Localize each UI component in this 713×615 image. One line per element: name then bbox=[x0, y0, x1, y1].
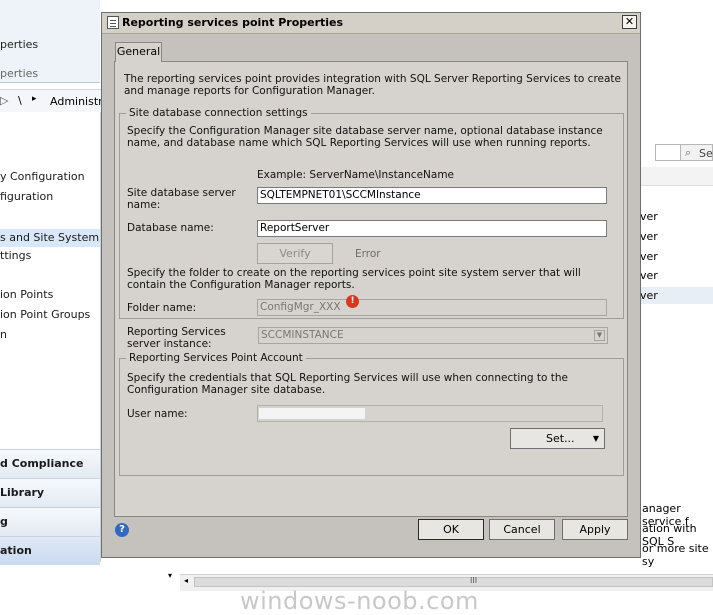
account-group: Reporting Services Point Account Specify… bbox=[119, 352, 624, 476]
ribbon: perties perties bbox=[0, 0, 100, 83]
watermark: windows-noob.com bbox=[240, 587, 479, 615]
workspace-label: g bbox=[0, 515, 8, 528]
details-text: or more site sy bbox=[642, 542, 709, 568]
workspace-label: Library bbox=[0, 486, 45, 499]
breadcrumb: ▷ \ ▸ Administrat bbox=[0, 89, 114, 113]
workspace-administration[interactable]: ation bbox=[0, 536, 100, 565]
verify-button[interactable]: Verify bbox=[257, 243, 333, 264]
chevron-down-icon[interactable]: ▼ bbox=[594, 330, 605, 341]
list-item-selected[interactable]: ver bbox=[640, 287, 713, 304]
error-status-label: Error bbox=[355, 248, 381, 260]
list-header bbox=[640, 167, 713, 186]
server-instance-label: Reporting Services server instance: bbox=[127, 326, 226, 350]
workspace-library[interactable]: Library bbox=[0, 478, 100, 507]
database-name-input[interactable]: ReportServer bbox=[257, 220, 607, 237]
nav-back-arrow-icon[interactable]: ▷ bbox=[0, 94, 8, 107]
user-name-redacted bbox=[259, 408, 365, 419]
user-name-field[interactable] bbox=[257, 405, 603, 422]
dialog-title: Reporting services point Properties bbox=[122, 16, 344, 29]
nav-item[interactable]: figuration bbox=[0, 190, 53, 203]
ribbon-group-label: perties bbox=[0, 67, 39, 80]
list-item[interactable]: ver bbox=[640, 210, 658, 223]
nav-item[interactable]: ttings bbox=[0, 249, 31, 262]
workspace-label: d Compliance bbox=[0, 457, 84, 470]
site-db-description: Specify the Configuration Manager site d… bbox=[127, 125, 603, 149]
properties-dialog: Reporting services point Properties ✕ Th… bbox=[101, 12, 641, 558]
cancel-button[interactable]: Cancel bbox=[489, 519, 555, 540]
set-account-label: Set... bbox=[546, 432, 575, 445]
folder-name-input[interactable]: ConfigMgr_XXX bbox=[257, 299, 607, 316]
scroll-grip-icon: III bbox=[470, 576, 478, 585]
user-name-label: User name: bbox=[127, 408, 188, 420]
apply-button[interactable]: Apply bbox=[562, 519, 628, 540]
workspace-label: ation bbox=[0, 544, 32, 557]
server-instance-value: SCCMINSTANCE bbox=[261, 329, 344, 341]
nav-item[interactable]: y Configuration bbox=[0, 170, 85, 183]
list-item-label: ver bbox=[640, 289, 658, 302]
database-name-label: Database name: bbox=[127, 222, 214, 234]
site-db-legend: Site database connection settings bbox=[126, 107, 311, 119]
help-icon[interactable]: ? bbox=[115, 523, 129, 537]
server-name-input[interactable]: SQLTEMPNET01\SCCMInstance bbox=[257, 187, 607, 204]
ok-button[interactable]: OK bbox=[418, 519, 484, 540]
ribbon-properties-button[interactable]: perties bbox=[0, 38, 38, 51]
account-legend: Reporting Services Point Account bbox=[126, 352, 306, 364]
search-icon: ⌕ bbox=[685, 146, 692, 159]
folder-name-label: Folder name: bbox=[127, 302, 197, 314]
dropdown-arrow-icon: ▼ bbox=[592, 434, 599, 443]
intro-text: The reporting services point provides in… bbox=[124, 73, 622, 97]
general-tab-panel: The reporting services point provides in… bbox=[114, 61, 628, 517]
folder-description: Specify the folder to create on the repo… bbox=[127, 267, 581, 291]
search-button-label: Se bbox=[699, 147, 713, 160]
close-button[interactable]: ✕ bbox=[622, 15, 637, 29]
tab-general[interactable]: General bbox=[115, 42, 162, 62]
set-account-button[interactable]: Set... ▼ bbox=[510, 428, 605, 449]
properties-window-icon bbox=[107, 16, 119, 29]
account-description: Specify the credentials that SQL Reporti… bbox=[127, 372, 569, 396]
nav-item[interactable]: n bbox=[0, 328, 7, 341]
breadcrumb-separator: \ bbox=[18, 94, 22, 107]
list-item[interactable]: ver bbox=[640, 250, 658, 263]
nav-item-selected[interactable]: s and Site System Rol bbox=[0, 229, 120, 247]
scroll-left-icon[interactable]: ◂ bbox=[184, 576, 188, 585]
scroll-thumb[interactable]: III bbox=[194, 576, 713, 587]
search-button[interactable]: ⌕ Se bbox=[680, 144, 713, 161]
nav-item[interactable]: ion Points bbox=[0, 288, 53, 301]
workspace-overflow-icon[interactable]: ▾ bbox=[168, 571, 172, 580]
workspace-compliance[interactable]: d Compliance bbox=[0, 449, 100, 478]
error-icon: ! bbox=[346, 295, 359, 308]
server-instance-select[interactable]: SCCMINSTANCE ▼ bbox=[258, 327, 608, 344]
list-item[interactable]: ver bbox=[640, 230, 658, 243]
search-field[interactable] bbox=[655, 144, 682, 161]
server-name-label: Site database server name: bbox=[127, 187, 236, 211]
list-item[interactable]: ver bbox=[640, 269, 658, 282]
site-db-group: Site database connection settings Specif… bbox=[119, 107, 624, 319]
nav-item[interactable]: ion Point Groups bbox=[0, 308, 90, 321]
dialog-titlebar[interactable]: Reporting services point Properties ✕ bbox=[102, 13, 640, 34]
server-example-text: Example: ServerName\InstanceName bbox=[257, 169, 455, 181]
workspace-monitoring[interactable]: g bbox=[0, 507, 100, 536]
breadcrumb-chevron-icon[interactable]: ▸ bbox=[32, 94, 37, 104]
